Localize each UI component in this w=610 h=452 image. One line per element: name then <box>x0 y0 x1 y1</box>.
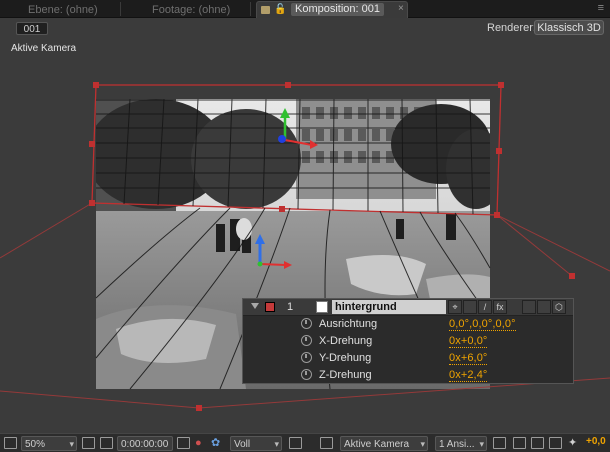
fx-switch-icon[interactable]: fx <box>493 300 507 314</box>
close-icon[interactable]: × <box>398 3 404 14</box>
adjustment-switch-icon[interactable] <box>537 300 551 314</box>
tab-divider <box>250 2 251 16</box>
property-value[interactable]: 0x+2,4° <box>449 369 488 382</box>
pixel-aspect-icon[interactable] <box>493 437 506 449</box>
tab-footage[interactable]: Footage: (ohne) <box>146 2 236 18</box>
lock-icon[interactable]: 🔓 <box>274 4 286 15</box>
fast-previews-icon[interactable] <box>513 437 526 449</box>
tab-ebene[interactable]: Ebene: (ohne) <box>22 2 104 18</box>
timeline-icon[interactable] <box>531 437 544 449</box>
flowchart-icon[interactable] <box>549 437 562 449</box>
property-value[interactable]: 0x+0,0° <box>449 335 488 348</box>
property-value[interactable]: 0,0°,0,0°,0,0° <box>449 318 516 331</box>
renderer-label: Renderer: <box>487 22 536 34</box>
property-row-y-drehung: Y-Drehung 0x+6,0° <box>243 350 573 367</box>
timecode-field[interactable]: 0:00:00:00 <box>117 436 173 451</box>
3d-layer-switch-icon[interactable]: ⬡ <box>552 300 566 314</box>
always-preview-icon[interactable] <box>4 437 17 449</box>
property-value[interactable]: 0x+6,0° <box>449 352 488 365</box>
grid-guides-icon[interactable] <box>100 437 113 449</box>
layer-properties-panel: 1 hintergrund ⌖ / fx ⬡ Ausrichtung 0,0°,… <box>242 298 574 384</box>
layer-name[interactable]: hintergrund <box>332 300 446 314</box>
exposure-value[interactable]: +0,0 <box>586 436 606 447</box>
region-of-interest-icon[interactable] <box>289 437 302 449</box>
panel-menu-icon[interactable]: ≡ <box>598 2 604 14</box>
property-name: Z-Drehung <box>319 369 372 381</box>
transparency-grid-icon[interactable] <box>320 437 333 449</box>
property-row-z-drehung: Z-Drehung 0x+2,4° <box>243 367 573 384</box>
tab-komposition-label[interactable]: Komposition: 001 <box>291 3 384 16</box>
layer-source-icon <box>316 301 328 313</box>
camera-view-label: Aktive Kamera <box>11 43 77 54</box>
stopwatch-icon[interactable] <box>301 369 312 380</box>
motion-blur-switch-icon[interactable] <box>522 300 536 314</box>
tab-divider <box>120 2 121 16</box>
twirl-down-icon[interactable] <box>251 303 259 309</box>
resolution-dropdown[interactable]: Voll <box>230 436 282 452</box>
comp-name-chip[interactable]: 001 <box>16 22 48 35</box>
property-name: Y-Drehung <box>319 352 372 364</box>
renderer-button[interactable]: Klassisch 3D <box>534 20 604 35</box>
layer-number: 1 <box>287 301 294 313</box>
tab-komposition[interactable]: 🔓 Komposition: 001 × <box>256 1 408 18</box>
property-row-x-drehung: X-Drehung 0x+0,0° <box>243 333 573 350</box>
view-layout-dropdown[interactable]: 1 Ansi... <box>435 436 487 452</box>
shy-switch-icon[interactable]: ⌖ <box>448 300 462 314</box>
quality-switch-icon[interactable]: / <box>478 300 492 314</box>
tab-bar: Ebene: (ohne) Footage: (ohne) 🔓 Komposit… <box>0 0 610 18</box>
property-row-ausrichtung: Ausrichtung 0,0°,0,0°,0,0° <box>243 316 573 333</box>
show-snapshot-icon[interactable]: ● <box>195 436 202 451</box>
exposure-icon[interactable]: ✦ <box>568 436 577 451</box>
viewer-toolbar: 50% 0:00:00:00 ● ✿ Voll Aktive Kamera 1 … <box>0 433 610 452</box>
property-name: X-Drehung <box>319 335 373 347</box>
stopwatch-icon[interactable] <box>301 352 312 363</box>
label-color-swatch[interactable] <box>265 302 275 312</box>
camera-view-dropdown[interactable]: Aktive Kamera <box>340 436 428 452</box>
property-name: Ausrichtung <box>319 318 378 330</box>
layer-row[interactable]: 1 hintergrund ⌖ / fx ⬡ <box>243 299 573 316</box>
collapse-switch-icon[interactable] <box>463 300 477 314</box>
zoom-dropdown[interactable]: 50% <box>21 436 77 452</box>
stopwatch-icon[interactable] <box>301 318 312 329</box>
label-color-icon <box>261 6 270 14</box>
channel-icon[interactable]: ✿ <box>211 436 220 451</box>
snapshot-icon[interactable] <box>177 437 190 449</box>
stopwatch-icon[interactable] <box>301 335 312 346</box>
fit-icon[interactable] <box>82 437 95 449</box>
